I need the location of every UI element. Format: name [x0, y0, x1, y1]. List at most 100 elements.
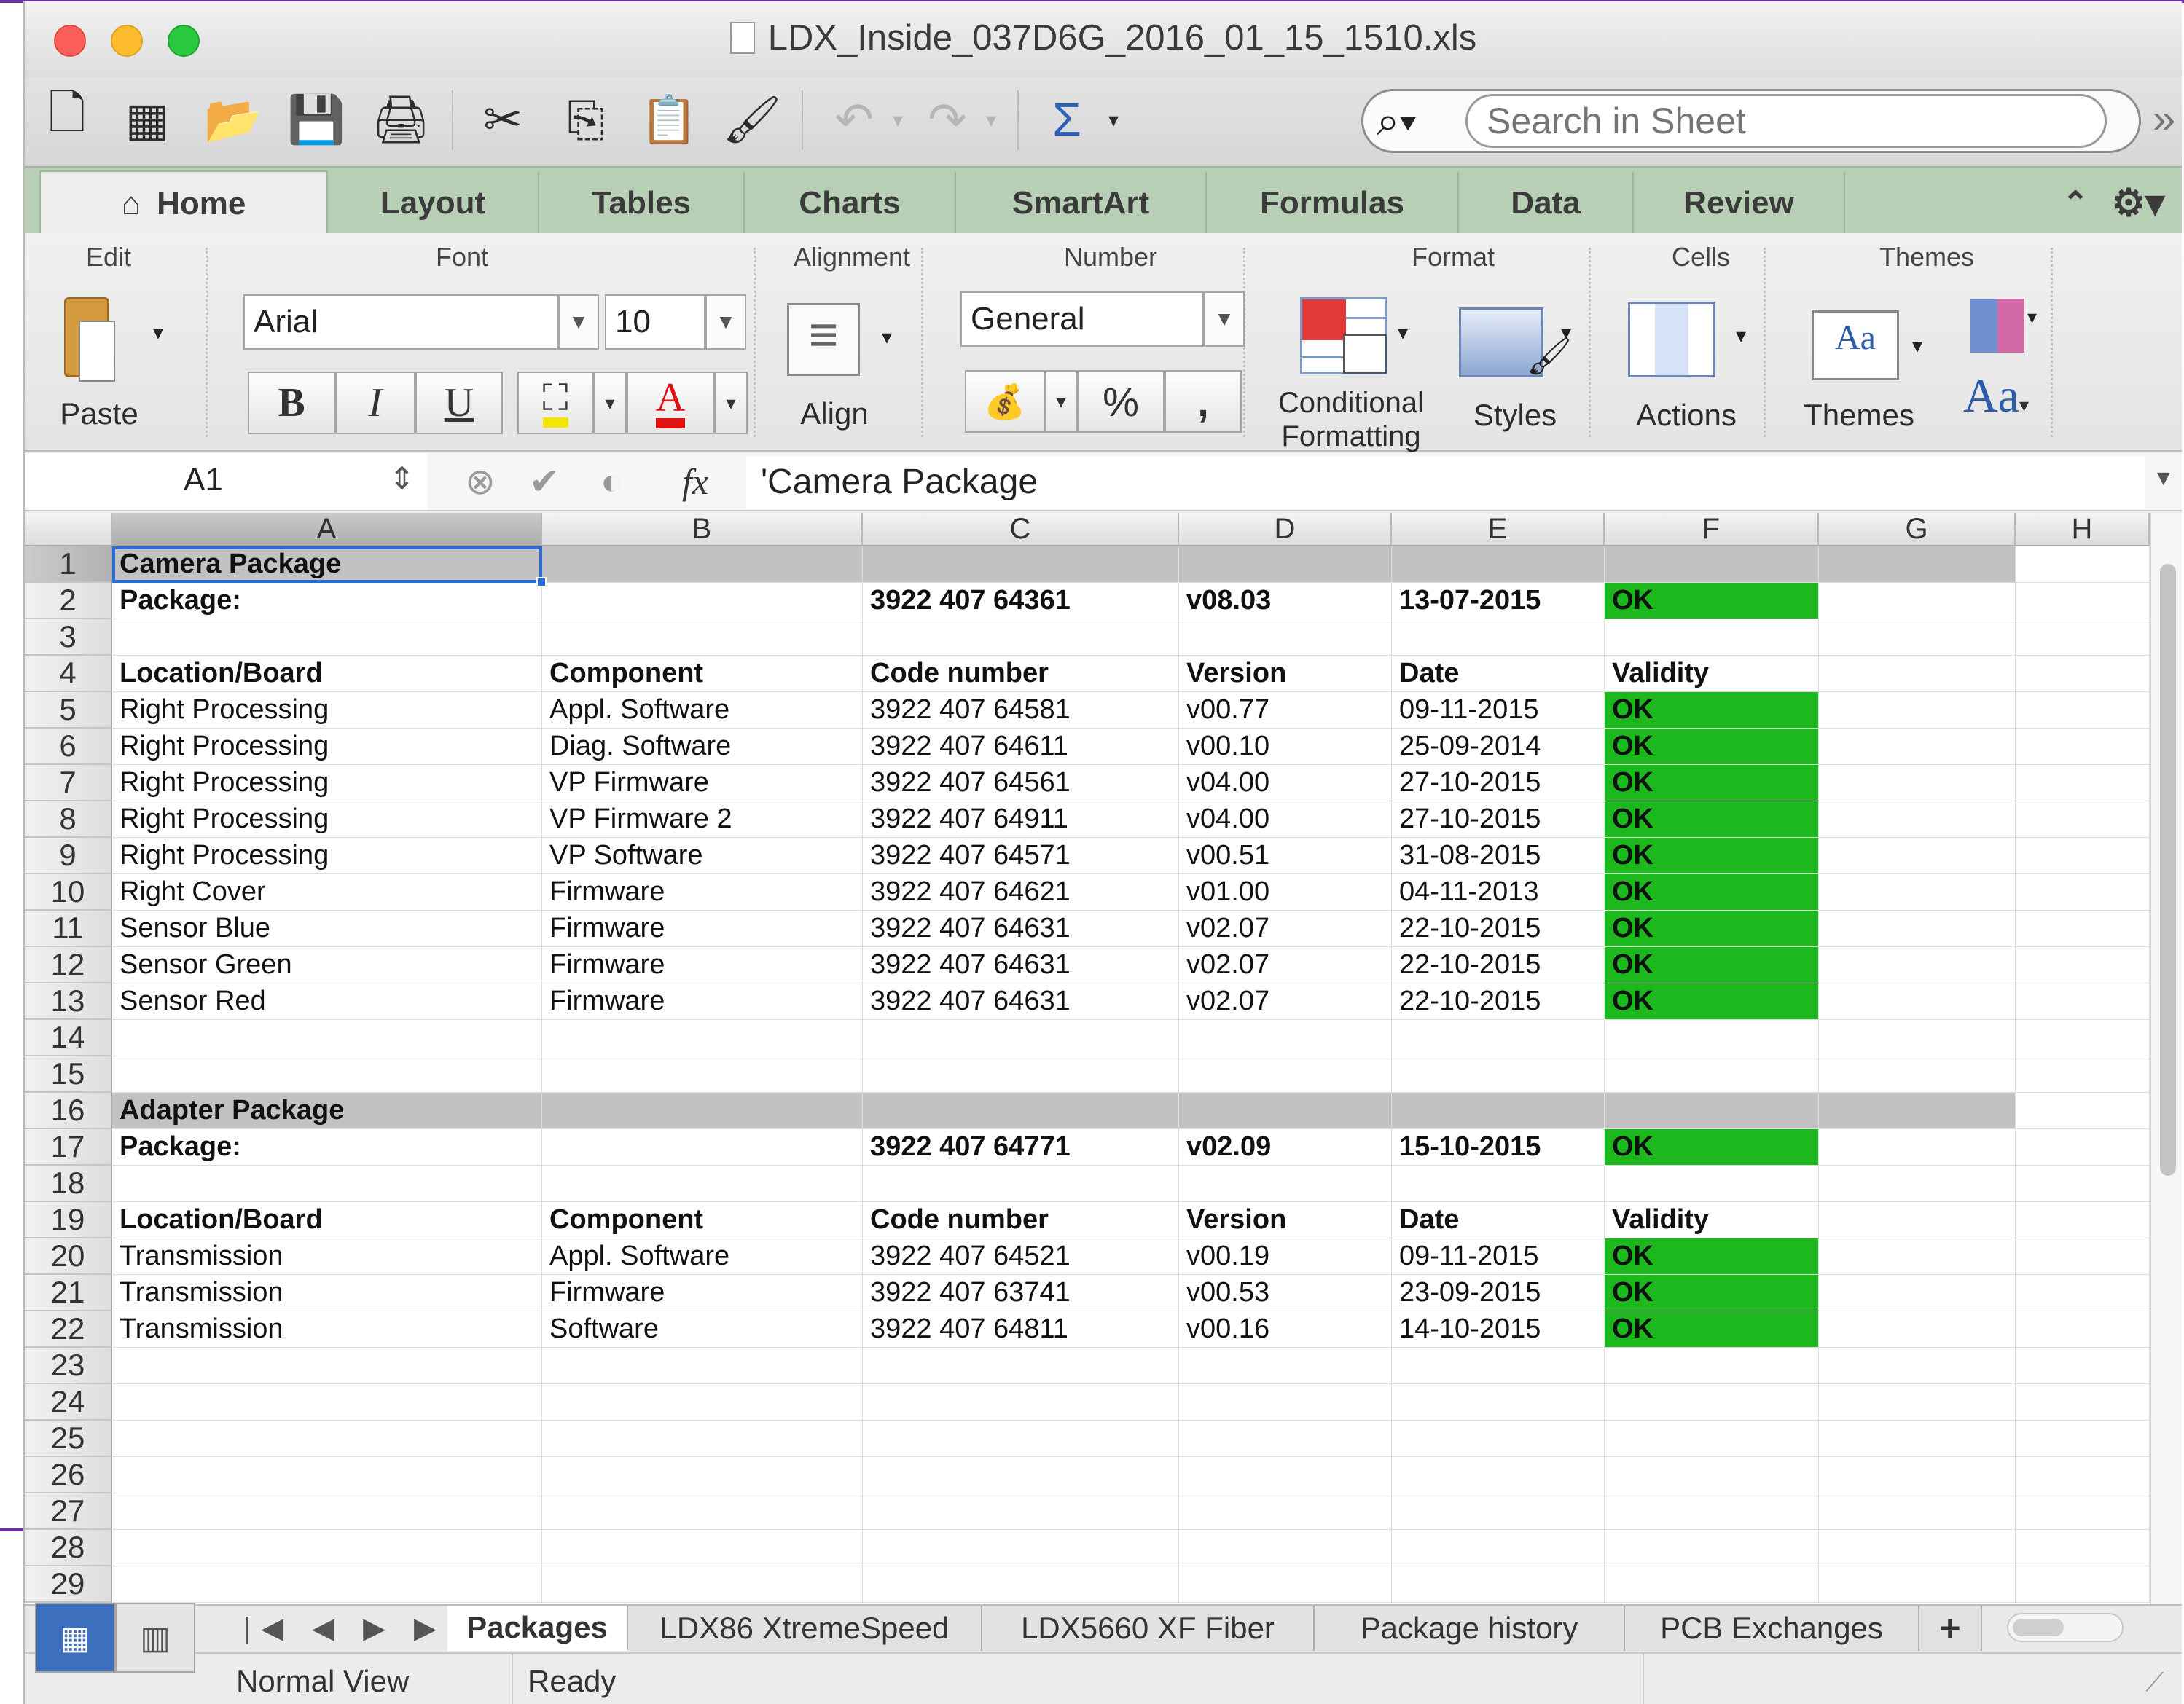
cell[interactable]	[542, 1093, 863, 1129]
validity-ok-cell[interactable]: OK	[1605, 1238, 1819, 1275]
validity-ok-cell[interactable]: OK	[1605, 911, 1819, 947]
cell[interactable]: 3922 407 64581	[863, 692, 1179, 729]
cell[interactable]: Firmware	[542, 874, 863, 911]
cell[interactable]: v04.00	[1179, 801, 1392, 838]
themes-button[interactable]: Aa ▾ Themes	[1782, 291, 1943, 449]
cell[interactable]	[112, 1421, 542, 1457]
cell[interactable]	[2016, 1348, 2150, 1384]
theme-fonts-dropdown-icon[interactable]: ▾	[2019, 395, 2029, 416]
cell[interactable]	[112, 1493, 542, 1530]
sheet-tab-ldx86-xtremespeed[interactable]: LDX86 XtremeSpeed	[628, 1606, 982, 1651]
validity-ok-cell[interactable]: OK	[1605, 874, 1819, 911]
cell[interactable]	[2016, 1202, 2150, 1238]
cell[interactable]: v00.10	[1179, 729, 1392, 765]
cell[interactable]	[1819, 1384, 2016, 1421]
cell[interactable]: VP Firmware	[542, 765, 863, 801]
cell[interactable]	[1392, 546, 1605, 583]
cell[interactable]	[112, 1566, 542, 1603]
cell[interactable]	[542, 1457, 863, 1493]
cell[interactable]	[2016, 1493, 2150, 1530]
cell[interactable]: v02.09	[1179, 1129, 1392, 1166]
actions-button[interactable]: ▾ Actions	[1613, 291, 1759, 449]
cell[interactable]	[542, 1020, 863, 1056]
formula-builder-toggle-icon[interactable]: ◐	[600, 460, 622, 503]
row-header-28[interactable]: 28	[25, 1530, 112, 1566]
vertical-scroll-thumb[interactable]	[2160, 564, 2176, 1176]
column-header-g[interactable]: G	[1819, 513, 2016, 546]
search-icon[interactable]: ⌕▾	[1377, 97, 1417, 146]
cell[interactable]	[2016, 1384, 2150, 1421]
resize-grip-icon[interactable]: ⟋	[2145, 1667, 2164, 1698]
cell[interactable]: 09-11-2015	[1392, 1238, 1605, 1275]
cell[interactable]: v02.07	[1179, 947, 1392, 983]
cell[interactable]	[1819, 1311, 2016, 1348]
cell[interactable]: Diag. Software	[542, 729, 863, 765]
cell[interactable]	[542, 1384, 863, 1421]
currency-format-icon[interactable]: 💰	[965, 370, 1045, 433]
cell[interactable]	[1179, 1493, 1392, 1530]
search-sheet-box[interactable]: ⌕▾	[1361, 89, 2141, 153]
cell[interactable]	[1392, 1020, 1605, 1056]
sheet-tab-packages[interactable]: Packages	[447, 1606, 628, 1651]
cell[interactable]: Transmission	[112, 1238, 542, 1275]
cell[interactable]	[1179, 1093, 1392, 1129]
fill-handle[interactable]	[536, 577, 547, 587]
cell[interactable]	[1819, 983, 2016, 1020]
cell[interactable]	[542, 1129, 863, 1166]
cell[interactable]	[1819, 1020, 2016, 1056]
tab-smartart[interactable]: SmartArt	[956, 172, 1207, 235]
styles-button[interactable]: 🖌 ▾ Styles	[1453, 291, 1584, 449]
save-icon[interactable]: 💾	[281, 85, 351, 154]
cell[interactable]: Right Processing	[112, 729, 542, 765]
underline-button[interactable]: U	[415, 372, 503, 434]
formula-content-field[interactable]: 'Camera Package	[746, 456, 2145, 509]
cell[interactable]	[1819, 692, 2016, 729]
themes-dropdown-icon[interactable]: ▾	[1912, 334, 1922, 358]
page-layout-view-button[interactable]: ▥	[115, 1603, 195, 1673]
cell[interactable]	[863, 546, 1179, 583]
cell[interactable]: Date	[1392, 656, 1605, 692]
cell[interactable]	[1819, 1275, 2016, 1311]
row-header-14[interactable]: 14	[25, 1020, 112, 1056]
print-icon[interactable]: 🖨	[366, 85, 436, 154]
cell[interactable]	[1819, 1129, 2016, 1166]
cell[interactable]: Sensor Red	[112, 983, 542, 1020]
row-header-11[interactable]: 11	[25, 911, 112, 947]
cell[interactable]: v00.53	[1179, 1275, 1392, 1311]
cell[interactable]	[1819, 874, 2016, 911]
sheet-navigation-arrows[interactable]: |◀ ◀ ▶ ▶|	[243, 1611, 464, 1645]
paste-dropdown-icon[interactable]: ▾	[153, 321, 163, 345]
cell[interactable]: Sensor Green	[112, 947, 542, 983]
row-header-12[interactable]: 12	[25, 947, 112, 983]
cell[interactable]	[1605, 619, 1819, 656]
tab-review[interactable]: Review	[1634, 172, 1845, 235]
percent-button[interactable]: %	[1077, 370, 1165, 433]
row-header-13[interactable]: 13	[25, 983, 112, 1020]
paste-toolbar-icon[interactable]: 📋	[634, 85, 704, 154]
cell[interactable]: 3922 407 64811	[863, 1311, 1179, 1348]
row-header-26[interactable]: 26	[25, 1457, 112, 1493]
spreadsheet-grid[interactable]: A B C D E F G H 1 2 3 4 5 6 7 8 9 10 11 12 13 14 15 16 17 18 19 20 2…	[25, 513, 2182, 1604]
column-header-h[interactable]: H	[2016, 513, 2150, 546]
cell[interactable]: Code number	[863, 656, 1179, 692]
bold-button[interactable]: B	[248, 372, 335, 434]
validity-ok-cell[interactable]: OK	[1605, 1311, 1819, 1348]
cell[interactable]	[1605, 1566, 1819, 1603]
align-button[interactable]: ≡ ▾ Align	[780, 296, 918, 441]
cut-icon[interactable]: ✂	[468, 85, 538, 154]
cell[interactable]: Version	[1179, 656, 1392, 692]
cell[interactable]	[2016, 1421, 2150, 1457]
name-box[interactable]: A1	[25, 453, 427, 510]
cell[interactable]	[863, 1020, 1179, 1056]
cell[interactable]	[1605, 1020, 1819, 1056]
row-header-16[interactable]: 16	[25, 1093, 112, 1129]
cell[interactable]	[2016, 1166, 2150, 1202]
cell[interactable]: 09-11-2015	[1392, 692, 1605, 729]
cell[interactable]: Software	[542, 1311, 863, 1348]
row-header-1[interactable]: 1	[25, 546, 112, 583]
cell[interactable]	[2016, 1566, 2150, 1603]
cell[interactable]	[863, 1384, 1179, 1421]
add-sheet-button[interactable]: +	[1919, 1606, 1982, 1651]
cell[interactable]: v08.03	[1179, 583, 1392, 619]
cell[interactable]	[863, 619, 1179, 656]
